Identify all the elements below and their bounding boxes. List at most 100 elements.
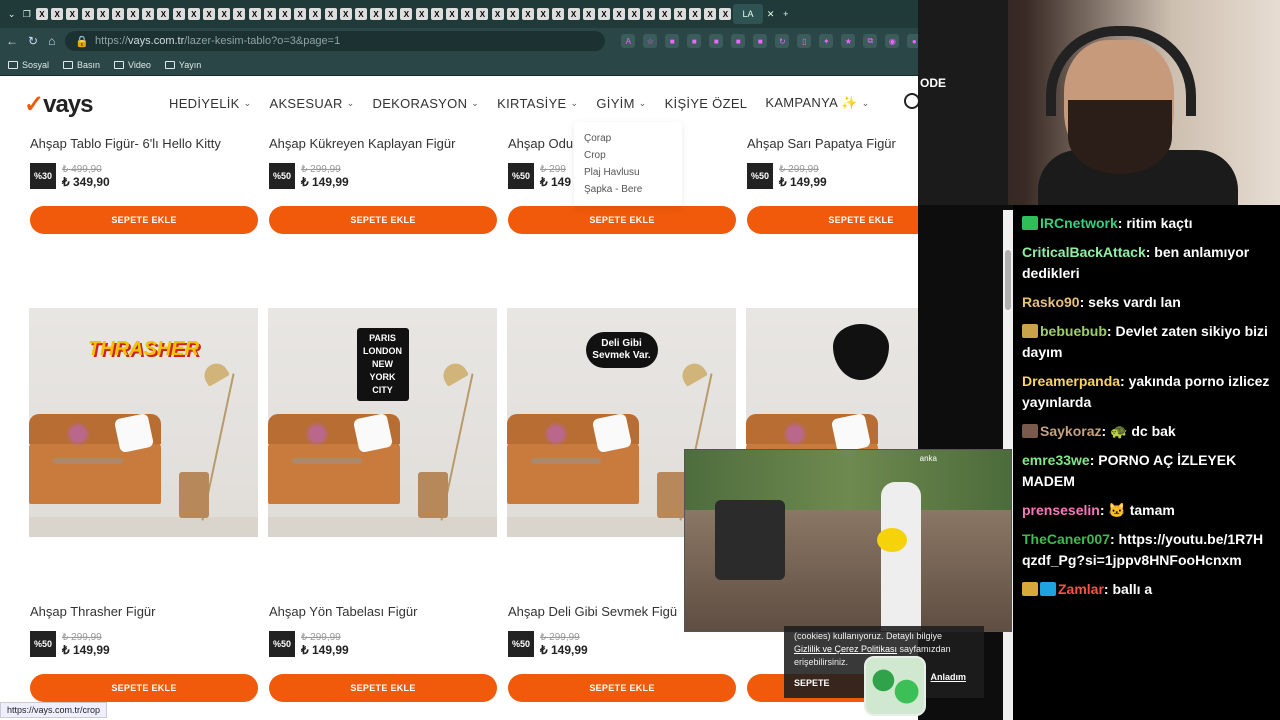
- tab-x-9[interactable]: X: [156, 4, 171, 24]
- reload-icon[interactable]: ↻: [28, 34, 38, 48]
- profile-avatar-icon[interactable]: ●: [907, 34, 918, 48]
- chat-user[interactable]: Rasko90: [1022, 294, 1080, 310]
- tab-x-2[interactable]: X: [50, 4, 65, 24]
- tab-x-28[interactable]: X: [444, 4, 459, 24]
- new-tab-icon[interactable]: +: [778, 4, 793, 24]
- chat-user[interactable]: bebuebub: [1040, 323, 1107, 339]
- tab-x-5[interactable]: X: [95, 4, 110, 24]
- add-to-cart-button[interactable]: SEPETE EKLE: [30, 206, 258, 234]
- add-to-cart-button[interactable]: SEPETE EKLE: [508, 674, 736, 702]
- cookie-accept-button[interactable]: Anladım: [930, 671, 966, 684]
- tab-x-20[interactable]: X: [323, 4, 338, 24]
- dropdown-item-corap[interactable]: Çorap: [584, 130, 672, 147]
- tab-x-39[interactable]: X: [612, 4, 627, 24]
- tab-x-3[interactable]: X: [65, 4, 80, 24]
- add-to-cart-button[interactable]: SEPETE EKLE: [269, 206, 497, 234]
- home-icon[interactable]: ⌂: [48, 34, 55, 48]
- tab-x-35[interactable]: X: [551, 4, 566, 24]
- dropdown-item-sapka-bere[interactable]: Şapka - Bere: [584, 181, 672, 198]
- bookmark-folder-sosyal[interactable]: Sosyal: [8, 60, 49, 70]
- tab-x-25[interactable]: X: [399, 4, 414, 24]
- product-name[interactable]: Ahşap Thrasher Figür: [30, 604, 258, 619]
- dropdown-item-crop[interactable]: Crop: [584, 147, 672, 164]
- tab-x-10[interactable]: X: [171, 4, 186, 24]
- split-screen-icon[interactable]: ▯: [797, 34, 812, 48]
- tab-x-34[interactable]: X: [536, 4, 551, 24]
- tab-x-6[interactable]: X: [110, 4, 125, 24]
- extension-icon-3[interactable]: ■: [709, 34, 724, 48]
- tab-x-1[interactable]: X: [34, 4, 49, 24]
- dropdown-item-plaj-havlusu[interactable]: Plaj Havlusu: [584, 164, 672, 181]
- tab-x-46[interactable]: X: [718, 4, 733, 24]
- bookmark-folder-video[interactable]: Video: [114, 60, 151, 70]
- tab-x-36[interactable]: X: [566, 4, 581, 24]
- menu-dekorasyon[interactable]: DEKORASYON ⌄: [373, 95, 480, 111]
- product-name[interactable]: Ahşap Tablo Figür- 6'lı Hello Kitty: [30, 136, 258, 151]
- tab-x-33[interactable]: X: [520, 4, 535, 24]
- tab-close-icon[interactable]: ✕: [763, 4, 778, 24]
- tab-strip[interactable]: ⌄ ❐ X X X X X X X X X X X X X X X X X X …: [0, 0, 918, 28]
- refresh-ext-icon[interactable]: ↻: [775, 34, 790, 48]
- menu-hediyelik[interactable]: HEDİYELİK ⌄: [169, 95, 251, 111]
- product-image[interactable]: THRASHER: [29, 308, 258, 537]
- chat-user[interactable]: Zamlar: [1058, 581, 1104, 597]
- chat-user[interactable]: prenseselin: [1022, 502, 1100, 518]
- menu-kampanya[interactable]: KAMPANYA ✨ ⌄: [765, 95, 869, 111]
- collections-icon[interactable]: ⧉: [863, 34, 878, 48]
- tab-x-21[interactable]: X: [338, 4, 353, 24]
- tab-x-8[interactable]: X: [141, 4, 156, 24]
- tab-x-32[interactable]: X: [505, 4, 520, 24]
- back-icon[interactable]: ←: [6, 34, 18, 48]
- search-icon[interactable]: [904, 93, 918, 109]
- tab-x-22[interactable]: X: [353, 4, 368, 24]
- tab-x-13[interactable]: X: [217, 4, 232, 24]
- tab-x-26[interactable]: X: [414, 4, 429, 24]
- add-to-cart-button[interactable]: SEPETE EKLE: [30, 674, 258, 702]
- tab-x-15[interactable]: X: [247, 4, 262, 24]
- extension-icon-5[interactable]: ■: [753, 34, 768, 48]
- chat-user[interactable]: CriticalBackAttack: [1022, 244, 1146, 260]
- chat-user[interactable]: IRCnetwork: [1040, 215, 1118, 231]
- product-name[interactable]: Ahşap Yön Tabelası Figür: [269, 604, 497, 619]
- tab-x-18[interactable]: X: [293, 4, 308, 24]
- read-aloud-icon[interactable]: A: [621, 34, 636, 48]
- tab-x-7[interactable]: X: [126, 4, 141, 24]
- scrollbar-thumb[interactable]: [1005, 250, 1011, 310]
- chat-user[interactable]: emre33we: [1022, 452, 1090, 468]
- menu-kisiye-ozel[interactable]: KİŞİYE ÖZEL: [665, 95, 748, 111]
- product-image[interactable]: PARIS LONDON NEW YORK CITY: [268, 308, 497, 537]
- tab-active[interactable]: LA: [733, 4, 763, 24]
- tab-x-23[interactable]: X: [369, 4, 384, 24]
- tab-x-17[interactable]: X: [277, 4, 292, 24]
- tab-x-16[interactable]: X: [262, 4, 277, 24]
- tab-x-29[interactable]: X: [460, 4, 475, 24]
- extension-icon-4[interactable]: ■: [731, 34, 746, 48]
- tab-x-37[interactable]: X: [581, 4, 596, 24]
- site-logo[interactable]: ✓vays: [24, 90, 94, 119]
- tab-x-43[interactable]: X: [672, 4, 687, 24]
- address-input[interactable]: 🔒 https://vays.com.tr/lazer-kesim-tablo?…: [65, 31, 606, 51]
- product-name[interactable]: Ahşap Kükreyen Kaplayan Figür: [269, 136, 497, 151]
- tab-x-30[interactable]: X: [475, 4, 490, 24]
- chat-user[interactable]: Dreamerpanda: [1022, 373, 1120, 389]
- tab-x-40[interactable]: X: [627, 4, 642, 24]
- add-to-cart-button[interactable]: SEPETE EKLE: [508, 206, 736, 234]
- tab-x-42[interactable]: X: [657, 4, 672, 24]
- favorites-icon[interactable]: ★: [841, 34, 856, 48]
- extension-icon-1[interactable]: ■: [665, 34, 680, 48]
- chat-user[interactable]: Saykoraz: [1040, 423, 1101, 439]
- menu-kirtasiye[interactable]: KIRTASİYE ⌄: [497, 95, 578, 111]
- tab-x-4[interactable]: X: [80, 4, 95, 24]
- workspace-icon[interactable]: ❐: [19, 4, 34, 24]
- extension-icon-2[interactable]: ■: [687, 34, 702, 48]
- tab-x-41[interactable]: X: [642, 4, 657, 24]
- favorite-star-icon[interactable]: ☆: [643, 34, 658, 48]
- puzzle-icon[interactable]: ✦: [819, 34, 834, 48]
- product-name[interactable]: Ahşap Sarı Papatya Figür: [747, 136, 918, 151]
- bookmark-folder-yayin[interactable]: Yayın: [164, 60, 201, 70]
- menu-aksesuar[interactable]: AKSESUAR ⌄: [269, 95, 354, 111]
- menu-giyim[interactable]: GİYİM ⌄: [596, 95, 646, 111]
- tab-x-11[interactable]: X: [186, 4, 201, 24]
- tab-x-38[interactable]: X: [596, 4, 611, 24]
- add-to-cart-button[interactable]: SEPETE EKLE: [269, 674, 497, 702]
